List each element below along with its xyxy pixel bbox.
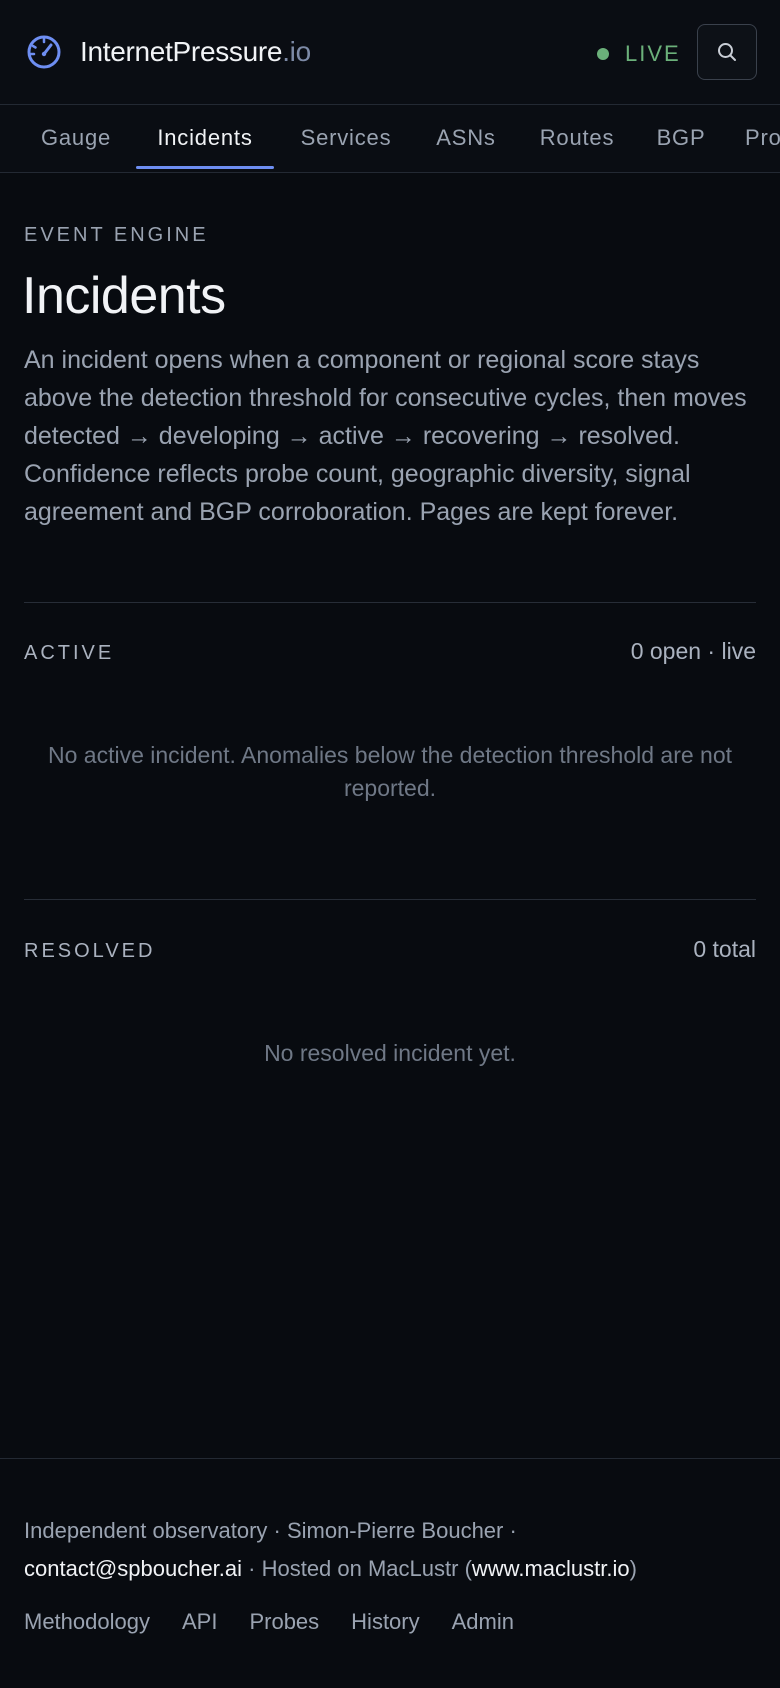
resolved-count: 0 total [693, 936, 756, 962]
top-bar: InternetPressure.io LIVE [0, 0, 780, 105]
section-tabs: Gauge Incidents Services ASNs Routes BGP… [0, 105, 780, 173]
footer-nav: Methodology API Probes History Admin [24, 1609, 546, 1639]
footer-hosted-suffix: ) [629, 1556, 637, 1581]
brand-home-link[interactable]: InternetPressure.io [24, 32, 311, 72]
footer-link-probes[interactable]: Probes [249, 1609, 319, 1639]
tab-routes[interactable]: Routes [526, 105, 628, 171]
tab-bgp[interactable]: BGP [646, 105, 716, 171]
section-eyebrow: EVENT ENGINE [24, 224, 209, 246]
footer-hosted-prefix: · Hosted on MacLustr ( [242, 1556, 472, 1581]
brand-name: InternetPressure.io [80, 36, 311, 68]
live-dot-icon [597, 48, 609, 60]
footer: Independent observatory · Simon-Pierre B… [0, 1458, 780, 1688]
footer-link-api[interactable]: API [182, 1609, 217, 1639]
footer-credit-line: Independent observatory · Simon-Pierre B… [24, 1518, 517, 1543]
tab-gauge[interactable]: Gauge [24, 105, 128, 171]
active-section-label: ACTIVE [24, 642, 115, 664]
page-title: Incidents [22, 267, 226, 325]
tab-asns[interactable]: ASNs [424, 105, 508, 171]
live-label: LIVE [625, 41, 681, 66]
divider [24, 899, 756, 900]
contact-email-link[interactable]: contact@spboucher.ai [24, 1556, 242, 1581]
active-count: 0 open · live [630, 638, 756, 664]
search-button[interactable] [697, 24, 757, 80]
tab-incidents[interactable]: Incidents [136, 105, 274, 171]
intro-paragraph: An incident opens when a component or re… [24, 346, 747, 526]
footer-credits: Independent observatory · Simon-Pierre B… [24, 1512, 744, 1588]
search-icon [718, 43, 736, 61]
brand-tld: .io [282, 36, 311, 67]
brand-name-main: InternetPressure [80, 36, 283, 67]
footer-link-methodology[interactable]: Methodology [24, 1609, 150, 1639]
host-link[interactable]: www.maclustr.io [472, 1556, 630, 1581]
footer-link-history[interactable]: History [351, 1609, 419, 1639]
tab-probes[interactable]: Probes [745, 105, 780, 171]
tab-services[interactable]: Services [286, 105, 406, 171]
footer-link-admin[interactable]: Admin [452, 1609, 514, 1639]
gauge-icon [27, 35, 61, 69]
divider [24, 602, 756, 603]
live-indicator: LIVE [597, 39, 681, 69]
resolved-empty-state: No resolved incident yet. [264, 1040, 516, 1066]
resolved-section-label: RESOLVED [24, 940, 156, 962]
active-empty-state: No active incident. Anomalies below the … [47, 742, 733, 801]
